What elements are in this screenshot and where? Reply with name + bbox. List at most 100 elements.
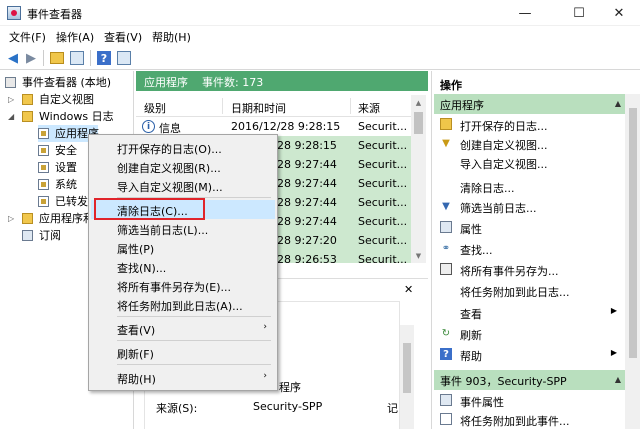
- action-import-custom-view[interactable]: 导入自定义视图...: [434, 153, 625, 172]
- menu-separator: [117, 364, 271, 365]
- ctx-refresh[interactable]: 刷新(F): [91, 343, 275, 362]
- menu-separator: [117, 340, 271, 341]
- log-icon: [38, 179, 49, 190]
- expand-arrow-icon[interactable]: ▷: [8, 91, 14, 108]
- column-level[interactable]: 级别: [144, 100, 166, 116]
- help-icon: ?: [440, 348, 452, 360]
- action-attach-task-to-log[interactable]: 将任务附加到此日志...: [434, 281, 625, 300]
- action-attach-task-to-event[interactable]: 将任务附加到此事件...: [434, 410, 625, 429]
- submenu-chevron-icon: ›: [263, 371, 267, 381]
- action-view[interactable]: 查看 ▶: [434, 303, 625, 322]
- toolbar-separator: [43, 50, 44, 66]
- scroll-down-arrow-icon[interactable]: ▼: [411, 248, 426, 263]
- ctx-help[interactable]: 帮助(H) ›: [91, 368, 275, 387]
- action-find[interactable]: ⚭ 查找...: [434, 239, 625, 258]
- action-clear-log[interactable]: 清除日志...: [434, 177, 625, 196]
- detail-source-value: Security-SPP: [253, 400, 323, 413]
- ctx-open-saved-log[interactable]: 打开保存的日志(O)...: [91, 138, 275, 157]
- open-folder-icon: [440, 118, 452, 130]
- log-icon: [38, 162, 49, 173]
- filter-funnel-icon: ▼: [442, 137, 450, 149]
- ctx-properties[interactable]: 属性(P): [91, 238, 275, 257]
- menu-view[interactable]: 查看(V): [104, 29, 142, 45]
- task-icon: [440, 413, 452, 425]
- help-icon[interactable]: ?: [97, 51, 111, 65]
- ctx-view[interactable]: 查看(V) ›: [91, 319, 275, 338]
- menu-action[interactable]: 操作(A): [56, 29, 94, 45]
- detail-cut-text: 记: [387, 402, 398, 415]
- scroll-up-arrow-icon[interactable]: ▲: [411, 95, 426, 110]
- submenu-arrow-icon: ▶: [610, 348, 617, 357]
- toolbar-separator: [90, 50, 91, 66]
- forward-arrow-icon[interactable]: ▶: [23, 50, 39, 66]
- actions-pane: 操作 应用程序 ▲ 打开保存的日志... ▼ 创建自定义视图... 导入自定义视…: [431, 71, 640, 429]
- log-icon: [38, 128, 49, 139]
- action-event-properties[interactable]: 事件属性: [434, 391, 625, 410]
- collapse-triangle-icon[interactable]: ▲: [615, 375, 621, 384]
- info-icon: i: [142, 120, 155, 133]
- scroll-thumb[interactable]: [414, 112, 423, 134]
- actions-scrollbar[interactable]: [625, 94, 640, 429]
- subscription-icon: [22, 230, 33, 241]
- log-title: 应用程序: [144, 76, 188, 89]
- menu-help[interactable]: 帮助(H): [152, 29, 191, 45]
- event-viewer-icon: [5, 77, 16, 88]
- log-header-bar: 应用程序 事件数: 173: [136, 71, 428, 91]
- collapse-triangle-icon[interactable]: ▲: [615, 99, 621, 108]
- menu-bar: 文件(F) 操作(A) 查看(V) 帮助(H): [0, 26, 640, 46]
- collapse-arrow-icon[interactable]: ◢: [8, 108, 14, 125]
- show-hide-action-pane-icon[interactable]: [117, 51, 131, 65]
- ctx-save-all-events[interactable]: 将所有事件另存为(E)...: [91, 276, 275, 295]
- folder-up-icon[interactable]: [50, 52, 64, 64]
- show-hide-tree-icon[interactable]: [70, 51, 84, 65]
- actions-section-application[interactable]: 应用程序 ▲: [434, 94, 625, 114]
- filter-icon: ▼: [442, 200, 450, 212]
- context-menu: 打开保存的日志(O)... 创建自定义视图(R)... 导入自定义视图(M)..…: [88, 134, 278, 391]
- minimize-button[interactable]: —: [502, 0, 548, 26]
- events-scrollbar[interactable]: ▲ ▼: [411, 95, 426, 263]
- grid-header: 级别 日期和时间 来源: [136, 95, 411, 117]
- action-save-all-events[interactable]: 将所有事件另存为...: [434, 260, 625, 279]
- maximize-button[interactable]: ☐: [556, 0, 602, 26]
- ctx-import-custom-view[interactable]: 导入自定义视图(M)...: [91, 176, 275, 195]
- event-count: 事件数: 173: [202, 76, 264, 89]
- action-properties[interactable]: 属性: [434, 218, 625, 237]
- folder-icon: [22, 94, 33, 105]
- log-icon: [38, 145, 49, 156]
- action-open-saved-log[interactable]: 打开保存的日志...: [434, 115, 625, 134]
- column-datetime[interactable]: 日期和时间: [231, 100, 286, 116]
- actions-header: 操作: [440, 79, 462, 92]
- log-icon: [38, 196, 49, 207]
- folder-icon: [22, 213, 33, 224]
- folder-icon: [22, 111, 33, 122]
- submenu-arrow-icon: ▶: [610, 306, 617, 315]
- action-help[interactable]: ? 帮助 ▶: [434, 345, 625, 364]
- expand-arrow-icon[interactable]: ▷: [8, 210, 14, 227]
- action-create-custom-view[interactable]: ▼ 创建自定义视图...: [434, 134, 625, 153]
- action-refresh[interactable]: ↻ 刷新: [434, 324, 625, 343]
- submenu-chevron-icon: ›: [263, 322, 267, 332]
- menu-file[interactable]: 文件(F): [9, 29, 46, 45]
- column-source[interactable]: 来源: [358, 100, 380, 116]
- detail-source-label: 来源(S):: [156, 402, 198, 415]
- detail-scrollbar[interactable]: [400, 325, 414, 429]
- refresh-icon: ↻: [441, 327, 451, 339]
- properties-icon: [440, 221, 452, 233]
- ctx-find[interactable]: 查找(N)...: [91, 257, 275, 276]
- close-button[interactable]: ✕: [598, 0, 640, 26]
- title-bar: 事件查看器 — ☐ ✕: [0, 0, 640, 26]
- ctx-create-custom-view[interactable]: 创建自定义视图(R)...: [91, 157, 275, 176]
- back-arrow-icon[interactable]: ◀: [5, 50, 21, 66]
- detail-close-icon[interactable]: ✕: [404, 283, 413, 296]
- detail-scroll-thumb[interactable]: [403, 343, 411, 393]
- window-title: 事件查看器: [27, 8, 82, 21]
- event-properties-icon: [440, 394, 452, 406]
- find-binoculars-icon: ⚭: [441, 242, 451, 254]
- menu-separator: [117, 316, 271, 317]
- action-filter-current-log[interactable]: ▼ 筛选当前日志...: [434, 197, 625, 216]
- actions-scroll-thumb[interactable]: [629, 108, 637, 358]
- save-icon: [440, 263, 452, 275]
- ctx-attach-task-to-log[interactable]: 将任务附加到此日志(A)...: [91, 295, 275, 314]
- actions-section-event[interactable]: 事件 903，Security-SPP ▲: [434, 370, 625, 390]
- ctx-filter-current-log[interactable]: 筛选当前日志(L)...: [91, 219, 275, 238]
